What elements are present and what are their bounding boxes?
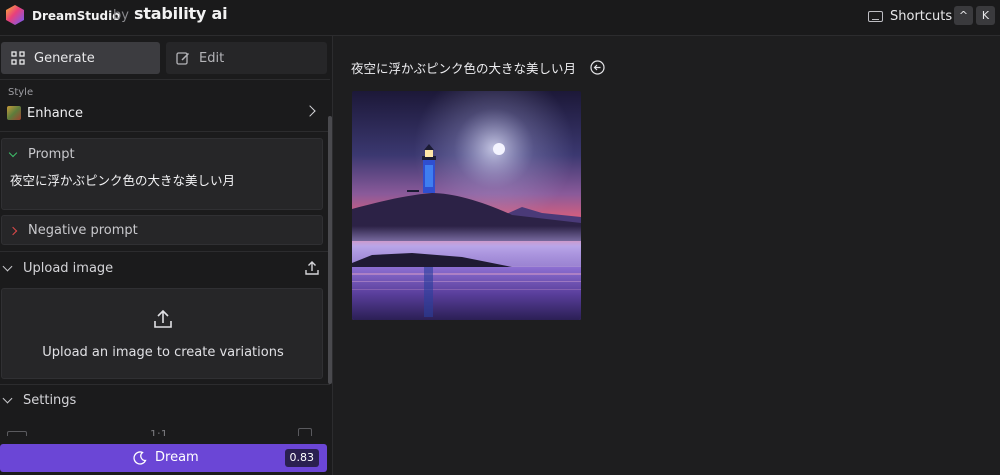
prompt-title: Prompt: [28, 147, 75, 162]
generation-prompt-title: 夜空に浮かぶピンク色の大きな美しい月: [351, 61, 577, 76]
upload-icon: [154, 309, 172, 328]
company-name: stability ai: [134, 4, 228, 23]
divider: [0, 384, 330, 385]
reuse-prompt-icon[interactable]: [590, 60, 605, 75]
lighthouse-image: [352, 91, 581, 320]
divider: [0, 251, 330, 252]
shortcuts-button[interactable]: Shortcuts: [868, 6, 952, 26]
left-panel: Generate Edit Style Enhance Prompt 夜空に浮か…: [0, 36, 333, 475]
dream-button[interactable]: Dream 0.83: [0, 444, 327, 472]
square-icon[interactable]: [298, 428, 312, 436]
generation-header: 夜空に浮かぶピンク色の大きな美しい月: [351, 58, 605, 77]
upload-icon[interactable]: [304, 260, 320, 276]
style-selector[interactable]: Enhance: [0, 100, 330, 126]
dreamstudio-logo-icon: [6, 5, 24, 25]
prompt-input[interactable]: 夜空に浮かぶピンク色の大きな美しい月: [10, 170, 315, 190]
chevron-down-icon: [2, 261, 13, 271]
aspect-ratio-row: 1:1: [0, 428, 330, 436]
divider: [0, 79, 330, 80]
credit-cost-badge: 0.83: [284, 449, 319, 467]
tab-edit-label: Edit: [199, 50, 225, 66]
moon-icon: [133, 450, 147, 465]
divider: [0, 131, 330, 132]
chevron-down-icon: [8, 148, 18, 158]
panel-scrollbar[interactable]: [328, 116, 332, 384]
chevron-down-icon: [2, 393, 13, 403]
generated-image[interactable]: [352, 91, 581, 320]
aspect-ratio-value: 1:1: [150, 428, 168, 436]
dream-button-label: Dream: [155, 450, 199, 465]
upload-image-toggle[interactable]: Upload image: [0, 255, 330, 281]
brand-by: by: [113, 8, 129, 23]
landscape-icon[interactable]: [7, 431, 27, 436]
grid-icon: [11, 51, 25, 65]
shortcuts-label: Shortcuts: [890, 8, 953, 24]
upload-dropzone[interactable]: Upload an image to create variations: [1, 288, 323, 379]
keyboard-icon: [868, 10, 883, 22]
settings-toggle[interactable]: Settings: [0, 387, 330, 413]
chevron-right-icon: [304, 105, 316, 117]
style-label: Style: [8, 87, 34, 98]
settings-title: Settings: [23, 392, 77, 408]
tab-generate[interactable]: Generate: [1, 42, 160, 74]
style-value: Enhance: [27, 105, 84, 121]
upload-dropzone-text: Upload an image to create variations: [42, 345, 284, 360]
style-thumbnail: [7, 106, 21, 120]
top-bar: DreamStudio by stability ai Shortcuts ^ …: [0, 0, 1000, 36]
tab-edit[interactable]: Edit: [166, 42, 327, 74]
keycap-ctrl: ^: [954, 6, 973, 25]
prompt-toggle[interactable]: Prompt: [8, 147, 75, 162]
edit-icon: [176, 52, 190, 65]
brand-name: DreamStudio: [32, 9, 121, 23]
negative-prompt-title: Negative prompt: [28, 223, 138, 238]
tab-generate-label: Generate: [34, 50, 95, 66]
chevron-right-icon: [8, 226, 18, 235]
upload-image-title: Upload image: [23, 260, 114, 276]
keycap-k: K: [976, 6, 995, 25]
prompt-section: Prompt 夜空に浮かぶピンク色の大きな美しい月: [1, 138, 323, 210]
negative-prompt-section[interactable]: Negative prompt: [1, 215, 323, 245]
